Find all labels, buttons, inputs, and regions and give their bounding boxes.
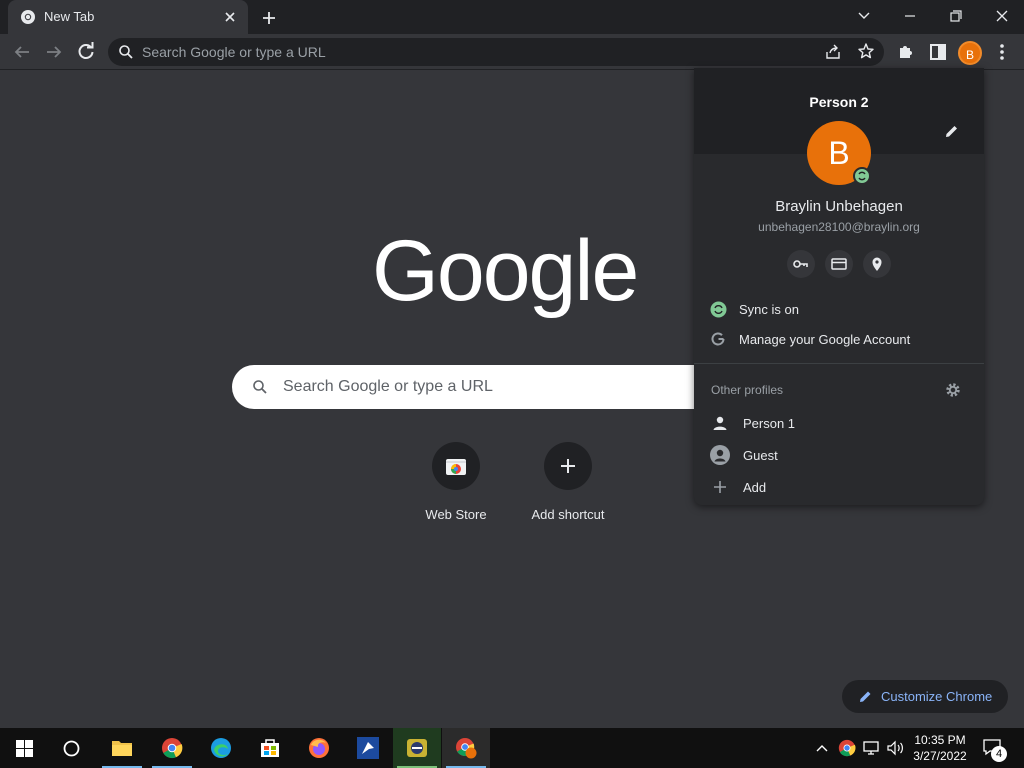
windows-taskbar: 10:35 PM 3/27/2022 4: [0, 728, 1024, 768]
customize-chrome-button[interactable]: Customize Chrome: [842, 680, 1008, 713]
store-bag-icon: [259, 737, 281, 759]
side-panel-icon[interactable]: [926, 40, 950, 64]
location-pin-icon[interactable]: [863, 250, 891, 278]
clock-time: 10:35 PM: [914, 733, 966, 747]
edge-taskbar-button[interactable]: [197, 728, 245, 768]
profile-name: Person 2: [809, 94, 869, 110]
toolbar: Search Google or type a URL: [0, 34, 1024, 70]
search-icon: [118, 44, 134, 60]
profile-item-person-1[interactable]: Person 1: [694, 408, 984, 438]
customize-label: Customize Chrome: [881, 689, 993, 704]
edge-logo-icon: [210, 737, 232, 759]
guest-avatar-icon: [710, 445, 730, 465]
firefox-logo-icon: [308, 737, 330, 759]
manage-profiles-gear-icon[interactable]: [945, 382, 961, 398]
chrome-favicon-icon: [20, 9, 36, 25]
notification-count: 4: [991, 746, 1007, 762]
share-icon[interactable]: [824, 43, 842, 61]
reload-button[interactable]: [74, 40, 98, 64]
start-button[interactable]: [0, 728, 48, 768]
windows-logo-icon: [16, 740, 33, 757]
profile-item-label: Add: [743, 480, 767, 495]
web-store-icon: [432, 442, 480, 490]
person-icon: [710, 415, 730, 431]
chrome-profile-taskbar-button[interactable]: [442, 728, 490, 768]
shortcut-add[interactable]: Add shortcut: [512, 442, 624, 532]
app-taskbar-button-2[interactable]: [393, 728, 441, 768]
tab-new-tab[interactable]: New Tab: [8, 0, 248, 34]
menu-divider: [694, 363, 984, 364]
app-logo-icon: [357, 737, 379, 759]
cortana-circle-icon: [63, 740, 80, 757]
manage-account-label: Manage your Google Account: [739, 332, 911, 347]
user-email: unbehagen28100@braylin.org: [758, 220, 920, 234]
add-plus-icon: [710, 479, 730, 495]
add-profile-row[interactable]: Add: [694, 472, 984, 502]
tab-close-icon[interactable]: [222, 9, 238, 25]
sync-status-row[interactable]: Sync is on: [694, 294, 984, 324]
tab-strip: New Tab: [0, 0, 1024, 34]
restore-button[interactable]: [942, 4, 970, 28]
chrome-logo-icon: [161, 737, 183, 759]
profile-item-guest[interactable]: Guest: [694, 440, 984, 470]
back-button[interactable]: [10, 40, 34, 64]
folder-icon: [111, 737, 133, 759]
network-icon[interactable]: [862, 740, 880, 756]
show-hidden-icons-chevron-icon[interactable]: [814, 740, 830, 756]
google-logo: Google: [372, 223, 639, 319]
shortcut-label: Add shortcut: [531, 507, 605, 522]
chrome-profile-logo-icon: [455, 737, 477, 759]
profile-item-label: Guest: [743, 448, 778, 463]
pencil-icon: [858, 689, 873, 704]
address-bar-placeholder: Search Google or type a URL: [142, 44, 326, 60]
clock-date: 3/27/2022: [913, 749, 967, 763]
app-logo-icon-2: [406, 737, 428, 759]
payment-card-icon[interactable]: [825, 250, 853, 278]
profile-item-label: Person 1: [743, 416, 796, 431]
app-taskbar-button[interactable]: [344, 728, 392, 768]
google-g-icon: [710, 331, 726, 347]
forward-button[interactable]: [42, 40, 66, 64]
sync-icon: [710, 301, 727, 318]
new-tab-button[interactable]: [258, 7, 280, 29]
manage-account-row[interactable]: Manage your Google Account: [694, 324, 984, 354]
tab-title: New Tab: [44, 9, 95, 24]
shortcut-web-store[interactable]: Web Store: [400, 442, 512, 532]
search-taskbar-button[interactable]: [48, 728, 96, 768]
store-taskbar-button[interactable]: [246, 728, 294, 768]
plus-icon: [544, 442, 592, 490]
volume-icon[interactable]: [886, 740, 904, 756]
file-explorer-button[interactable]: [98, 728, 146, 768]
extensions-puzzle-icon[interactable]: [894, 40, 918, 64]
passwords-key-icon[interactable]: [787, 250, 815, 278]
bookmark-star-icon[interactable]: [857, 42, 875, 60]
profile-avatar-button[interactable]: B: [958, 41, 982, 65]
tab-search-chevron-icon[interactable]: [850, 4, 878, 28]
ntp-search-placeholder: Search Google or type a URL: [283, 378, 493, 395]
sync-badge-icon: [853, 167, 871, 185]
search-icon: [252, 379, 268, 395]
shortcut-label: Web Store: [425, 507, 487, 522]
other-profiles-heading: Other profiles: [711, 383, 784, 397]
system-clock[interactable]: 10:35 PM 3/27/2022: [906, 732, 974, 764]
edit-pencil-icon[interactable]: [944, 123, 960, 139]
firefox-taskbar-button[interactable]: [295, 728, 343, 768]
chrome-menu-kebab-icon[interactable]: [990, 40, 1014, 64]
profile-menu: Person 2 B Braylin Unbehagen unbehagen28…: [694, 68, 984, 505]
chrome-tray-icon[interactable]: [838, 739, 856, 757]
sync-label: Sync is on: [739, 302, 799, 317]
minimize-button[interactable]: [896, 4, 924, 28]
close-window-button[interactable]: [988, 4, 1016, 28]
user-name: Braylin Unbehagen: [775, 198, 903, 215]
address-bar[interactable]: Search Google or type a URL: [108, 38, 884, 66]
action-center-button[interactable]: 4: [982, 738, 1007, 762]
chrome-taskbar-button[interactable]: [148, 728, 196, 768]
